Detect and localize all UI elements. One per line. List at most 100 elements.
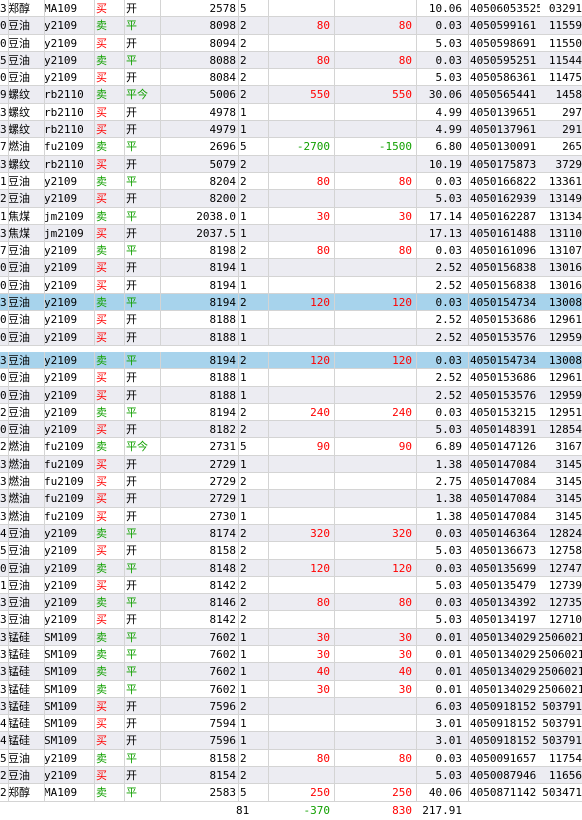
fee-cell: 3.01 — [435, 734, 463, 748]
table-row[interactable]: 4 锰硅 SM109 买 开 7594 1 3.01 4050918152 503791 — [0, 715, 582, 733]
column-divider — [160, 421, 161, 438]
table-row[interactable]: 0 豆油 y2109 卖 平 8098 2 80 80 0.03 4050599161 11559 — [0, 17, 582, 35]
table-row[interactable]: 7 燃油 fu2109 卖 平 2696 5 -2700 -1500 6.80 4050130091… — [0, 138, 582, 156]
row-index-cell: 0 — [0, 36, 7, 50]
quantity-cell: 2 — [240, 244, 247, 258]
table-row[interactable]: 1 豆油 y2109 卖 平 8204 2 80 80 0.03 4050166822 13361 — [0, 172, 582, 191]
profit-2-cell — [334, 225, 414, 241]
table-row[interactable]: 3 锰硅 SM109 卖 平 7602 1 40 40 0.01 4050134029 2506021 — [0, 663, 582, 681]
table-row[interactable]: 2 豆油 y2109 买开 8200 2 5.03 4050162939 13149 — [0, 190, 582, 208]
table-row[interactable]: 0 豆油 y2109 买 开 8188 1 2.52 4050153576 12959 — [0, 328, 582, 346]
order-id-cell: 4050153686 — [470, 313, 537, 327]
column-divider — [268, 294, 269, 311]
open-close-cell: 开 — [126, 278, 137, 292]
table-row[interactable]: 3 锰硅 SM109 卖 平 7602 1 30 30 0.01 4050134029 2506021 — [0, 680, 582, 698]
table-row[interactable]: 0 豆油 y2109 买 开 8194 1 2.52 4050156838 13016 — [0, 276, 582, 295]
column-divider — [124, 207, 125, 224]
open-close-cell: 开 — [126, 457, 137, 471]
table-row[interactable]: 3 焦煤 jm2109 买 开 2037.5 1 17.13 4050161488 13110 — [0, 224, 582, 243]
table-row[interactable]: 3 燃油 fu2109 买 开 2730 1 1.38 4050147084 3145 — [0, 507, 582, 525]
table-row[interactable]: 1 豆油 y2109 买 开 8142 2 5.03 4050135479 12739 — [0, 576, 582, 595]
column-divider — [268, 594, 269, 611]
table-row[interactable]: 4 锰硅 SM109 买 开 7596 1 3.01 4050918152 503791 — [0, 732, 582, 750]
row-index-cell: 0 — [0, 19, 7, 33]
table-row[interactable]: 9 螺纹 rb2110 卖 平今 5006 2 550 550 30.06 4050565441 14… — [0, 86, 582, 104]
quantity-cell: 2 — [240, 53, 247, 67]
table-row[interactable]: 3 锰硅 SM109 卖 平 7602 1 30 30 0.01 4050134029 2506021 — [0, 645, 582, 664]
column-divider — [160, 103, 161, 121]
table-row[interactable]: 7 豆油 y2109 卖 平 8198 2 80 80 0.03 4050161096 13107 — [0, 242, 582, 260]
table-row[interactable]: 0 豆油 y2109 买 开 8094 2 5.03 4050598691 11550 — [0, 34, 582, 52]
column-divider — [44, 103, 45, 121]
table-row[interactable]: 3 锰硅 SM109 买 开 7596 2 6.03 4050918152 503791 — [0, 697, 582, 716]
table-row[interactable]: 2 燃油 fu2109 卖 平今 2731 5 90 90 6.89 4050147126 3167 — [0, 438, 582, 456]
table-row[interactable]: 3 锰硅 SM109 卖 平 7602 1 30 30 0.01 4050134029 2506021 — [0, 628, 582, 646]
order-id-cell: 4050156838 — [470, 261, 537, 275]
column-divider — [124, 680, 125, 697]
profit-2-cell — [334, 104, 414, 120]
table-row[interactable]: 3 豆油 y2109 买 开 8142 2 5.03 4050134197 12710 — [0, 611, 582, 629]
column-divider — [160, 138, 161, 155]
price-cell: 2037.5 — [196, 226, 236, 240]
trade-id-cell: 291 — [562, 123, 582, 137]
column-divider — [268, 121, 269, 138]
open-close-cell: 开 — [126, 578, 137, 592]
table-row[interactable]: 2 豆油 y2109 卖平 8194 2 240 240 0.03 4050153215 12951 — [0, 403, 582, 422]
table-row[interactable]: 3 豆油 y2109 卖 平 8146 2 80 80 0.03 4050134392 12735 — [0, 594, 582, 612]
column-divider — [124, 403, 125, 421]
table-row[interactable]: 0 豆油 y2109 买 开 8084 2 5.03 4050586361 11475 — [0, 69, 582, 87]
table-row[interactable]: 3 螺纹 rb2110 买 开 4979 1 4.99 4050137961 291 — [0, 121, 582, 139]
summary-row: 81 -370 830 217.91 — [0, 801, 582, 820]
column-divider — [124, 369, 125, 386]
table-row[interactable]: 0 豆油 y2109 买 开 8194 1 2.52 4050156838 13016 — [0, 259, 582, 277]
profit-2-cell: 40 — [398, 665, 412, 679]
table-row[interactable]: 3 燃油 fu2109 买 开 2729 1 1.38 4050147084 3145 — [0, 490, 582, 508]
table-row[interactable]: 3 豆油 y2109 卖 平 8194 2 120 120 0.03 4050154734 13008 — [0, 294, 582, 312]
open-close-cell: 平 — [126, 140, 137, 154]
column-divider — [124, 732, 125, 749]
profit-1-cell — [270, 311, 332, 327]
table-row[interactable]: 5 豆油 y2109 卖 平 8158 2 80 80 0.03 4050091657 11754 — [0, 749, 582, 768]
quantity-cell: 1 — [240, 509, 247, 523]
column-divider — [44, 351, 45, 369]
table-row[interactable]: 0 豆油 y2109 买 开 8188 1 2.52 4050153576 12959 — [0, 386, 582, 404]
column-divider — [468, 663, 469, 680]
column-divider — [8, 294, 9, 311]
price-cell: 8188 — [209, 330, 237, 344]
table-row[interactable]: 2 豆油 y2109 买开 8154 2 5.03 4050087946 11656 — [0, 767, 582, 785]
table-row[interactable]: 0 豆油 y2109 买 开 8188 1 2.52 4050153686 12961 — [0, 311, 582, 329]
column-divider — [268, 628, 269, 645]
table-row[interactable]: 2 郑醇 MA109 卖 平 2583 5 250 250 40.06 4050871142 5034… — [0, 784, 582, 802]
order-id-cell: 4050134197 — [470, 613, 537, 627]
table-row[interactable]: 0 豆油 y2109 买 开 8182 2 5.03 4050148391 12854 — [0, 421, 582, 439]
column-divider — [334, 784, 335, 801]
table-row[interactable]: 4 豆油 y2109 卖 平 8174 2 320 320 0.03 4050146364 12824 — [0, 524, 582, 543]
table-row[interactable]: 5 豆油 y2109 卖 平 8088 2 80 80 0.03 4050595251 11544 — [0, 51, 582, 70]
column-divider — [94, 542, 95, 559]
table-row[interactable]: 1 焦煤 jm2109 卖平 2038.0 1 30 30 17.14 4050162287 131… — [0, 207, 582, 225]
table-row[interactable]: 3 燃油 fu2109 买 开 2729 1 1.38 4050147084 3145 — [0, 455, 582, 474]
column-divider — [8, 576, 9, 594]
summary-profit-2: 830 — [392, 803, 412, 817]
column-divider — [94, 715, 95, 732]
table-row[interactable]: 3 螺纹 rb2110 买 开 5079 2 10.19 4050175873 3729 — [0, 155, 582, 173]
column-divider — [8, 715, 9, 732]
table-row[interactable]: 0 豆油 y2109 卖 平 8148 2 120 120 0.03 4050135699 12747 — [0, 559, 582, 577]
table-row[interactable]: 3 郑醇 MA109 买 开 2578 5 10.06 40506053525 03291 — [0, 0, 582, 18]
table-row[interactable]: 3 螺纹 rb2110 买 开 4978 1 4.99 4050139651 297 — [0, 103, 582, 122]
column-divider — [124, 17, 125, 34]
profit-2-cell: 90 — [398, 440, 412, 454]
column-divider — [468, 86, 469, 103]
column-divider — [416, 0, 417, 17]
table-row[interactable]: 0 豆油 y2109 买 开 8188 1 2.52 4050153686 12961 — [0, 369, 582, 387]
instrument-name-cell: 豆油 — [8, 53, 30, 67]
contract-code-cell: y2109 — [44, 353, 78, 367]
order-id-cell: 4050134392 — [470, 596, 537, 610]
table-row[interactable]: 3 豆油 y2109 卖 平 8194 2 120 120 0.03 4050154734 13008 — [0, 351, 582, 370]
summary-qty: 81 — [236, 803, 250, 817]
direction-cell: 卖 — [96, 682, 107, 696]
quantity-cell: 1 — [240, 226, 247, 240]
table-row[interactable]: 3 燃油 fu2109 买 开 2729 2 2.75 4050147084 3145 — [0, 473, 582, 491]
table-row[interactable]: 5 豆油 y2109 买 开 8158 2 5.03 4050136673 12758 — [0, 542, 582, 560]
column-divider — [94, 594, 95, 611]
